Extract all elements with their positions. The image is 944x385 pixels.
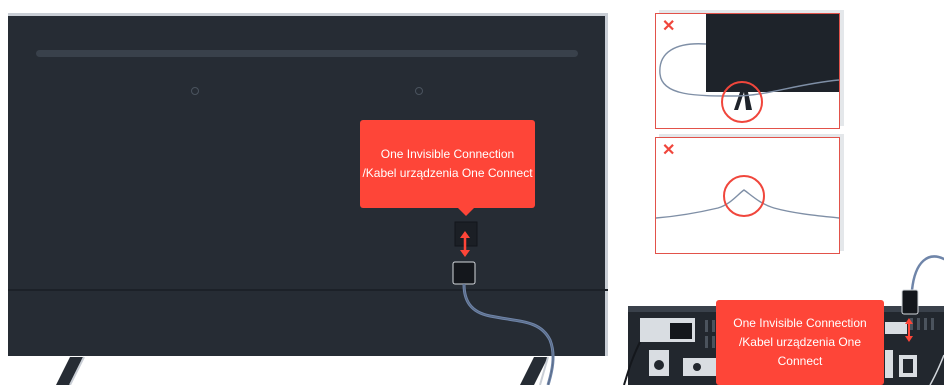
wrong-example-panel-tv-stand: ✕ bbox=[655, 13, 840, 129]
callout-line-1: One Invisible Connection bbox=[380, 147, 515, 161]
wrong-example-panel-bent-cable: ✕ bbox=[655, 137, 840, 254]
box-plug bbox=[901, 289, 919, 315]
box-callout-line-1: One Invisible Connection bbox=[733, 316, 867, 330]
callout-line-2: /Kabel urządzenia One Connect bbox=[362, 166, 533, 180]
tv-stand-sketch bbox=[659, 14, 839, 123]
one-connect-plug bbox=[452, 261, 476, 285]
box-cable bbox=[910, 255, 944, 291]
bent-cable-sketch bbox=[656, 175, 839, 219]
box-callout-line-2: /Kabel urządzenia One Connect bbox=[738, 335, 862, 368]
one-connect-callout: One Invisible Connection /Kabel urządzen… bbox=[360, 120, 535, 216]
one-connect-box-callout: One Invisible Connection /Kabel urządzen… bbox=[716, 300, 884, 385]
wrong-mark-icon: ✕ bbox=[662, 18, 676, 35]
wrong-mark-icon: ✕ bbox=[662, 142, 676, 159]
tv-leg-left bbox=[56, 357, 84, 385]
